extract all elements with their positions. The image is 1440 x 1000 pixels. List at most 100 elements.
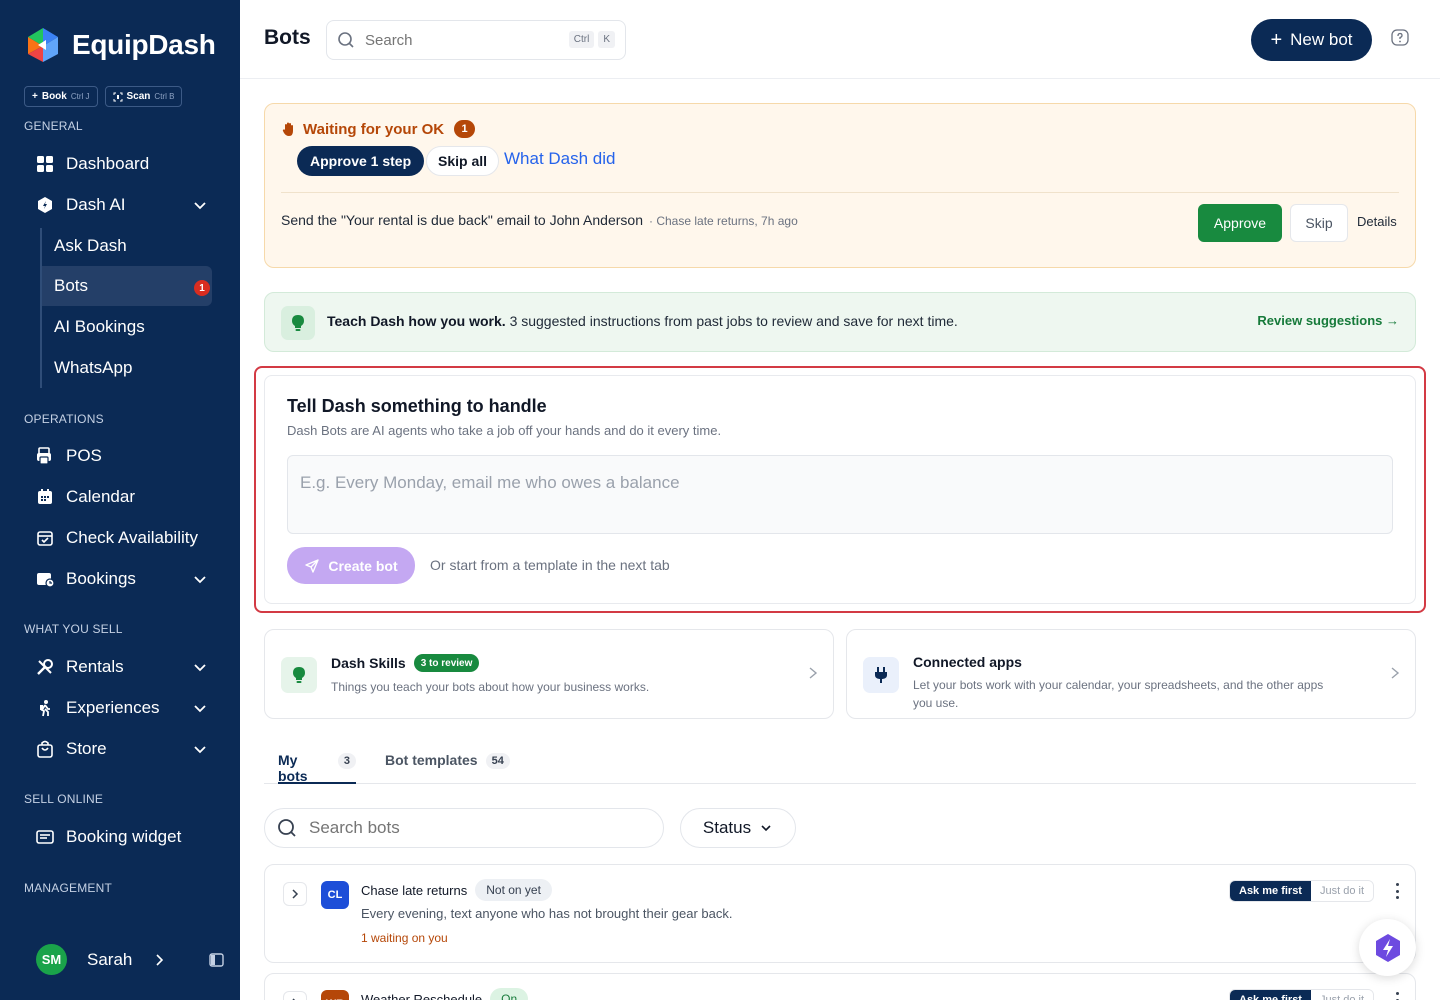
waiting-title-text: Waiting for your OK [303, 120, 445, 138]
search-icon [338, 32, 354, 48]
sidebar-item-label: Ask Dash [54, 236, 127, 255]
sidebar-item-store[interactable]: Store [28, 730, 212, 768]
tab-my-bots[interactable]: My bots 3 [278, 752, 356, 784]
new-bot-button[interactable]: + New bot [1251, 19, 1372, 61]
send-icon [305, 558, 320, 573]
expand-row-button[interactable] [283, 991, 307, 1000]
sidebar-item-ai-bookings[interactable]: AI Bookings [42, 307, 212, 347]
bot-row[interactable]: WR Weather Reschedule On Ask me first Ju… [264, 973, 1416, 1000]
mode-just-do-it[interactable]: Just do it [1310, 990, 1374, 1000]
sidebar-item-label: Bookings [66, 569, 136, 588]
details-link[interactable]: Details [1357, 214, 1397, 229]
sidebar-item-label: AI Bookings [54, 317, 145, 336]
global-search-input[interactable] [365, 31, 545, 49]
hiker-icon [36, 699, 54, 717]
expand-row-button[interactable] [283, 882, 307, 906]
bot-mode-toggle[interactable]: Ask me first Just do it [1229, 880, 1375, 902]
teach-body: 3 suggested instructions from past jobs … [509, 313, 958, 329]
sidebar-item-whatsapp[interactable]: WhatsApp [42, 348, 212, 388]
tab-count: 54 [485, 753, 510, 769]
section-management: MANAGEMENT [24, 881, 113, 895]
hexagon-ai-icon [36, 196, 54, 214]
sidebar-collapse-icon[interactable] [209, 953, 224, 967]
sidebar-item-check-availability[interactable]: Check Availability [28, 519, 212, 557]
sidebar-item-dashboard[interactable]: Dashboard [28, 145, 212, 183]
sidebar-item-label: Rentals [66, 657, 124, 676]
chevron-down-icon[interactable] [192, 741, 208, 757]
user-menu[interactable]: SM Sarah [36, 944, 166, 975]
mode-ask-first[interactable]: Ask me first [1230, 990, 1311, 1000]
app-logo[interactable]: EquipDash [24, 26, 216, 64]
tools-icon [36, 658, 54, 676]
avatar: SM [36, 944, 67, 975]
what-dash-did-link[interactable]: What Dash did [504, 149, 616, 169]
chevron-down-icon[interactable] [192, 571, 208, 587]
create-bot-button[interactable]: Create bot [287, 547, 415, 584]
bot-waiting-note[interactable]: 1 waiting on you [361, 931, 448, 945]
create-bot-subtitle: Dash Bots are AI agents who take a job o… [287, 423, 722, 438]
create-bot-panel: Tell Dash something to handle Dash Bots … [264, 375, 1416, 604]
dash-assistant-fab[interactable] [1359, 919, 1416, 976]
waiting-approval-panel: Waiting for your OK 1 Approve 1 step Ski… [264, 103, 1416, 268]
tab-bot-templates[interactable]: Bot templates 54 [385, 752, 510, 784]
sidebar-item-label: Experiences [66, 698, 160, 717]
connected-apps-card[interactable]: Connected apps Let your bots work with y… [846, 629, 1416, 719]
sidebar-item-label: POS [66, 446, 102, 465]
approve-step-button[interactable]: Approve 1 step [297, 146, 425, 176]
status-filter-dropdown[interactable]: Status [680, 808, 796, 848]
sidebar-item-bookings[interactable]: Bookings [28, 560, 212, 598]
chevron-up-icon[interactable] [192, 197, 208, 213]
sidebar-item-calendar[interactable]: Calendar [28, 478, 212, 516]
create-bot-label: Create bot [328, 557, 398, 574]
chevron-down-icon [761, 825, 771, 832]
help-icon[interactable] [1391, 29, 1409, 47]
connected-apps-subtitle-line: Let your bots work with your calendar, y… [913, 678, 1324, 692]
more-menu-icon[interactable] [1394, 992, 1400, 1000]
sidebar-item-dash-ai[interactable]: Dash AI [28, 186, 212, 224]
bot-mode-toggle[interactable]: Ask me first Just do it [1229, 989, 1375, 1000]
bookings-icon [36, 570, 54, 588]
chevron-right-icon [809, 667, 818, 679]
pending-action-item: Send the "Your rental is due back" email… [281, 212, 798, 228]
chevron-down-icon[interactable] [192, 700, 208, 716]
status-filter-label: Status [702, 818, 752, 837]
skip-button[interactable]: Skip [1290, 204, 1348, 242]
calendar-check-icon [36, 529, 54, 547]
sidebar: EquipDash + Book Ctrl J Scan Ctrl B GENE… [0, 0, 240, 1000]
template-hint: Or start from a template in the next tab [430, 557, 670, 573]
bot-name: Chase late returns [361, 882, 468, 898]
skip-all-button[interactable]: Skip all [426, 146, 500, 176]
sidebar-item-experiences[interactable]: Experiences [28, 689, 212, 727]
sidebar-item-label: Bots [54, 276, 89, 295]
quick-book-button[interactable]: + Book Ctrl J [24, 86, 98, 107]
connected-apps-title: Connected apps [913, 654, 1022, 670]
more-menu-icon[interactable] [1394, 883, 1400, 899]
quick-scan-button[interactable]: Scan Ctrl B [104, 86, 183, 107]
global-search[interactable]: Ctrl K [326, 20, 626, 60]
bot-search[interactable] [264, 808, 664, 848]
page-title: Bots [264, 26, 311, 49]
connected-apps-subtitle: Let your bots work with your calendar, y… [913, 676, 1323, 712]
review-suggestions-link[interactable]: Review suggestions → [1257, 313, 1399, 328]
chevron-down-icon[interactable] [192, 659, 208, 675]
mode-ask-first[interactable]: Ask me first [1230, 881, 1311, 901]
section-sell-online: SELL ONLINE [24, 792, 104, 806]
pending-action-text: Send the "Your rental is due back" email… [281, 212, 643, 228]
sidebar-item-pos[interactable]: POS [28, 437, 212, 475]
quick-book-label: Book [41, 91, 67, 102]
section-operations: OPERATIONS [24, 412, 104, 426]
sidebar-item-booking-widget[interactable]: Booking widget [28, 818, 212, 856]
sidebar-item-bots[interactable]: Bots 1 [42, 266, 212, 306]
shopping-bag-icon [36, 740, 54, 758]
sidebar-item-rentals[interactable]: Rentals [28, 648, 212, 686]
mode-just-do-it[interactable]: Just do it [1310, 881, 1374, 901]
bot-search-input[interactable] [309, 818, 629, 838]
sidebar-item-ask-dash[interactable]: Ask Dash [42, 226, 212, 266]
divider [281, 192, 1399, 193]
bot-row[interactable]: CL Chase late returns Not on yet Every e… [264, 864, 1416, 963]
approve-button[interactable]: Approve [1198, 204, 1282, 242]
user-name: Sarah [87, 949, 133, 969]
section-what-you-sell: WHAT YOU SELL [24, 622, 123, 636]
bot-instruction-input[interactable] [287, 455, 1393, 534]
dash-skills-card[interactable]: Dash Skills 3 to review Things you teach… [264, 629, 834, 719]
